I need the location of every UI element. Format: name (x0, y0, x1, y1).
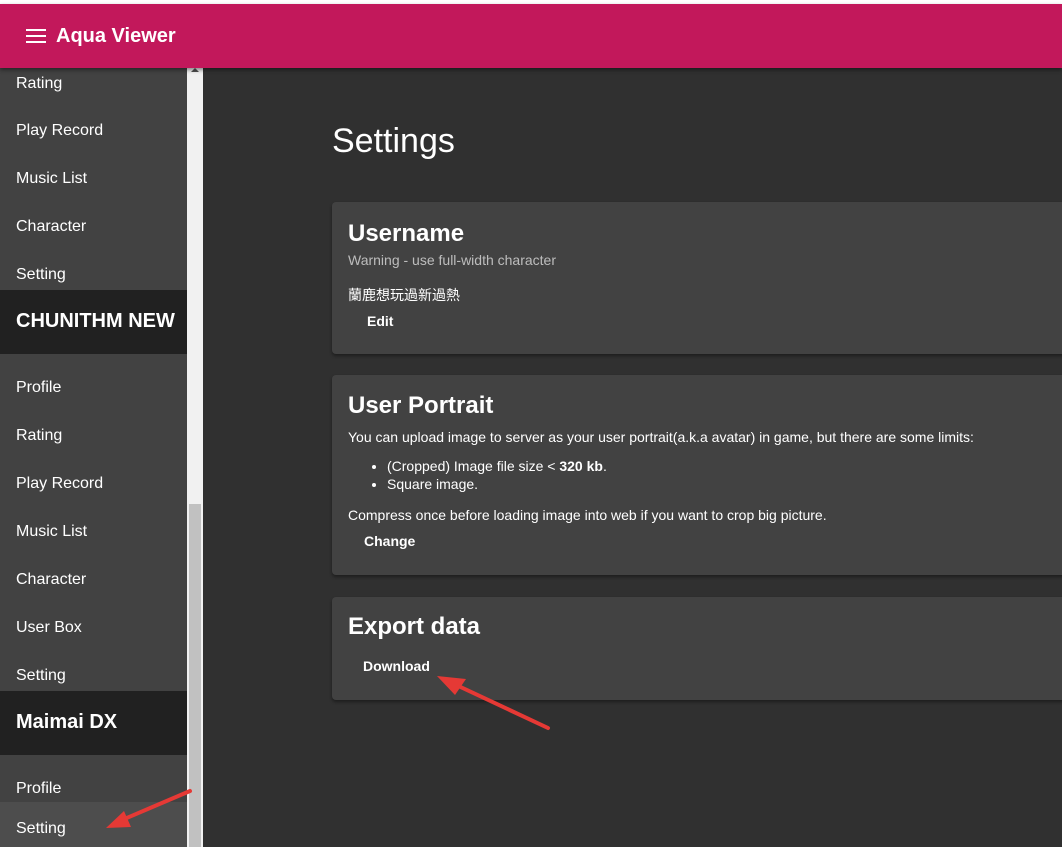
scrollbar-thumb[interactable] (189, 504, 201, 847)
username-card-title: Username (348, 220, 465, 247)
change-portrait-button[interactable]: Change (364, 532, 415, 550)
username-warning: Warning - use full-width character (348, 252, 557, 268)
app-bar: Aqua Viewer (0, 4, 1062, 68)
sidebar-item-chunithm-rating[interactable]: Rating (0, 412, 187, 460)
username-card: Username Warning - use full-width charac… (332, 202, 1062, 354)
sidebar-scrollbar[interactable] (187, 68, 203, 847)
sidebar-item-rating[interactable]: Rating (0, 68, 187, 108)
sidebar: Rating Play Record Music List Character … (0, 68, 187, 847)
sidebar-section-maimai-dx: Maimai DX (0, 691, 187, 755)
export-data-card: Export data Download (332, 597, 1062, 700)
edit-username-button[interactable]: Edit (367, 312, 393, 330)
scroll-up-arrow-icon[interactable] (191, 68, 199, 72)
menu-icon[interactable] (26, 29, 46, 43)
portrait-description: You can upload image to server as your u… (348, 429, 974, 445)
user-portrait-card: User Portrait You can upload image to se… (332, 375, 1062, 575)
user-portrait-card-title: User Portrait (348, 392, 494, 419)
export-data-card-title: Export data (348, 613, 481, 640)
page-title: Settings (332, 121, 455, 160)
app-title: Aqua Viewer (56, 25, 176, 47)
sidebar-section-chunithm-new: CHUNITHM NEW (0, 290, 187, 354)
sidebar-item-chunithm-character[interactable]: Character (0, 556, 187, 604)
download-button[interactable]: Download (363, 657, 430, 675)
sidebar-item-chunithm-play-record[interactable]: Play Record (0, 460, 187, 508)
sidebar-item-music-list[interactable]: Music List (0, 155, 187, 203)
sidebar-item-maimai-setting[interactable]: Setting (0, 802, 187, 847)
sidebar-item-chunithm-profile[interactable]: Profile (0, 364, 187, 412)
portrait-limit-file-size: (Cropped) Image file size < 320 kb. (387, 457, 607, 475)
portrait-limits-list: (Cropped) Image file size < 320 kb. Squa… (348, 457, 607, 493)
portrait-compress-note: Compress once before loading image into … (348, 507, 827, 523)
sidebar-item-character[interactable]: Character (0, 203, 187, 251)
sidebar-item-chunithm-user-box[interactable]: User Box (0, 604, 187, 652)
portrait-limit-square: Square image. (387, 475, 607, 493)
sidebar-item-chunithm-music-list[interactable]: Music List (0, 508, 187, 556)
username-value: 蘭鹿想玩過新過熱 (348, 287, 460, 303)
sidebar-item-play-record[interactable]: Play Record (0, 107, 187, 155)
